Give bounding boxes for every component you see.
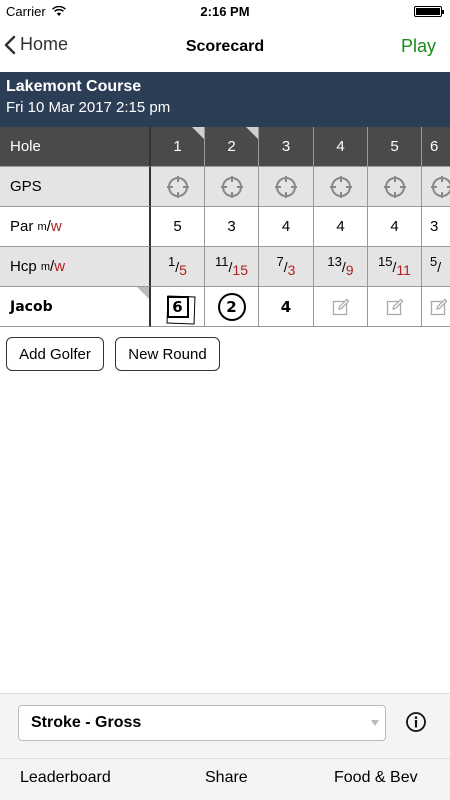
game-type-select[interactable]: Stroke - Gross [18, 705, 386, 741]
hole-row-label: Hole [0, 127, 151, 167]
game-type-value: Stroke - Gross [31, 714, 142, 731]
battery-icon [414, 6, 444, 17]
hcp-women: 11 [396, 261, 411, 278]
gps-button-2[interactable] [205, 167, 259, 207]
hcp-row: Hcp m / w 1/5 11/15 7/3 13/9 15/11 5/ [0, 247, 450, 287]
score-cell-6[interactable] [422, 287, 450, 327]
gps-row-label: GPS [0, 167, 151, 207]
par-row-label: Par m / w [0, 207, 151, 247]
hcp-value-4: 13/9 [314, 247, 368, 287]
par-value-1: 5 [151, 207, 205, 247]
hcp-men: 13 [327, 254, 342, 269]
hole-header-5[interactable]: 5 [368, 127, 422, 167]
hcp-women: 3 [287, 261, 296, 278]
par-value-2: 3 [205, 207, 259, 247]
hole-number: 3 [281, 138, 291, 155]
edit-icon [430, 298, 448, 315]
hcp-value-5: 15/11 [368, 247, 422, 287]
course-name: Lakemont Course [6, 78, 142, 95]
edit-icon [332, 298, 349, 315]
status-bar: Carrier 2:16 PM [0, 0, 450, 22]
hole-number: 2 [227, 138, 236, 155]
score-cell-2[interactable]: 2 [205, 287, 259, 327]
par-value-3: 4 [259, 207, 314, 247]
hole-header-2[interactable]: 2 [205, 127, 259, 167]
navigation-bar: Home Scorecard Play [0, 22, 450, 72]
status-time: 2:16 PM [200, 4, 250, 19]
par-value-4: 4 [314, 207, 368, 247]
score-cell-5[interactable] [368, 287, 422, 327]
crosshair-icon [275, 175, 297, 198]
hcp-value-2: 11/15 [205, 247, 259, 287]
hcp-men: 11 [215, 254, 229, 269]
gps-button-6[interactable] [422, 167, 450, 207]
score-cell-4[interactable] [314, 287, 368, 327]
scorecard-grid: Hole 1 2 3 4 5 6 GPS Par m / w 5 3 4 4 4… [0, 127, 450, 327]
footer: Stroke - Gross Leaderboard Share Food & … [0, 693, 450, 800]
hole-row: Hole 1 2 3 4 5 6 [0, 127, 450, 167]
hcp-women: 5 [179, 261, 187, 278]
hole-number: 6 [430, 138, 439, 155]
crosshair-icon [166, 175, 189, 198]
hole-number: 5 [390, 138, 399, 155]
hcp-value-6: 5/ [422, 247, 450, 287]
hcp-row-label: Hcp m / w [0, 247, 151, 287]
scorecard-screen: Carrier 2:16 PM Home Scorecard Play Lake… [0, 0, 450, 800]
gps-button-1[interactable] [151, 167, 205, 207]
crosshair-icon [220, 175, 243, 198]
hcp-men: 7 [276, 254, 284, 269]
score-cell-3[interactable]: 4 [259, 287, 314, 327]
crosshair-icon [431, 175, 450, 198]
round-date: Fri 10 Mar 2017 2:15 pm [6, 99, 171, 116]
tab-share[interactable]: Share [205, 769, 248, 787]
par-row: Par m / w 5 3 4 4 4 3 [0, 207, 450, 247]
bottom-tab-bar: Leaderboard Share Food & Bev [0, 758, 450, 800]
tab-food-bev[interactable]: Food & Bev [334, 769, 418, 787]
hole-header-6[interactable]: 6 [422, 127, 450, 167]
hcp-women: 9 [345, 261, 354, 278]
crosshair-icon [329, 175, 352, 198]
gps-button-3[interactable] [259, 167, 314, 207]
gps-button-4[interactable] [314, 167, 368, 207]
hole-number: 4 [336, 138, 345, 155]
hcp-value-3: 7/3 [259, 247, 314, 287]
page-title: Scorecard [185, 38, 265, 55]
score-cell-1[interactable]: 6 [151, 287, 205, 327]
score-value: 4 [280, 297, 292, 316]
hcp-value-1: 1/5 [151, 247, 205, 287]
men-suffix: m [37, 220, 47, 233]
player-row: Jacob 6 2 4 [0, 287, 450, 327]
hcp-men: 15 [378, 254, 393, 269]
hole-header-4[interactable]: 4 [314, 127, 368, 167]
men-suffix: m [40, 260, 51, 273]
edit-icon [386, 298, 403, 315]
women-suffix: w [50, 218, 62, 235]
hcp-men: 1 [168, 254, 176, 269]
new-round-button[interactable]: New Round [115, 337, 220, 371]
add-golfer-button[interactable]: Add Golfer [6, 337, 104, 371]
par-value-6: 3 [422, 207, 450, 247]
dropdown-caret-icon [371, 720, 379, 726]
info-icon[interactable] [405, 711, 427, 733]
hcp-men: 5 [430, 254, 438, 269]
par-label-text: Par [10, 218, 34, 235]
player-name-cell[interactable]: Jacob [0, 287, 151, 327]
women-suffix: w [54, 258, 66, 275]
hcp-label-text: Hcp [10, 258, 37, 275]
gps-button-5[interactable] [368, 167, 422, 207]
play-button[interactable]: Play [401, 36, 436, 57]
hcp-women: 15 [232, 261, 248, 278]
hole-header-3[interactable]: 3 [259, 127, 314, 167]
tab-leaderboard[interactable]: Leaderboard [20, 769, 111, 787]
player-name: Jacob [10, 298, 53, 315]
hole-header-1[interactable]: 1 [151, 127, 205, 167]
bogey-box-score: 6 [166, 295, 189, 318]
hole-number: 1 [173, 138, 182, 155]
crosshair-icon [383, 175, 406, 198]
par-value-5: 4 [368, 207, 422, 247]
par-circle-score: 2 [217, 292, 246, 321]
course-header: Lakemont Course Fri 10 Mar 2017 2:15 pm [0, 72, 450, 127]
gps-row: GPS [0, 167, 450, 207]
